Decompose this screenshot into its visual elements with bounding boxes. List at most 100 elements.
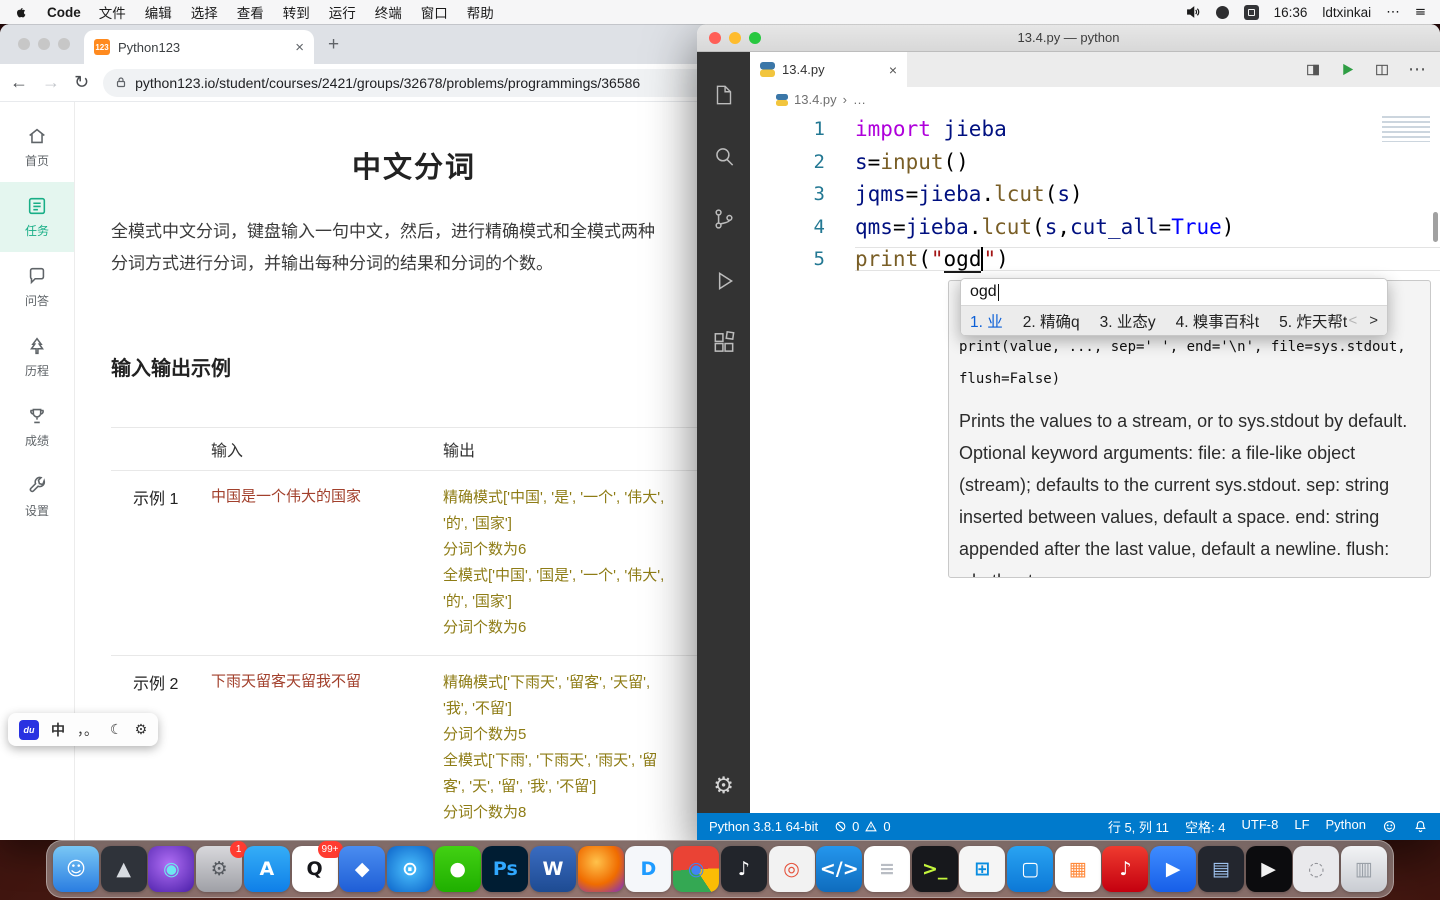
dock-qq[interactable]: Q 99+ bbox=[291, 841, 343, 892]
minimap[interactable] bbox=[1382, 116, 1430, 142]
code-line[interactable]: 4 qms=jieba.lcut(s,cut_all=True) bbox=[750, 211, 1440, 244]
statusbar-item[interactable]: 行 5, 列 11 bbox=[1108, 817, 1169, 836]
back-button[interactable]: ← bbox=[10, 72, 28, 93]
menu-item[interactable]: 窗口 bbox=[421, 2, 448, 22]
new-tab-button[interactable]: + bbox=[328, 34, 339, 56]
source-control-icon[interactable] bbox=[697, 188, 750, 250]
menu-item[interactable]: 转到 bbox=[283, 2, 310, 22]
notifications-bell-icon[interactable] bbox=[1413, 819, 1428, 834]
more-icon[interactable]: ⋯ bbox=[1386, 4, 1400, 20]
menubar-clock[interactable]: 16:36 bbox=[1274, 5, 1308, 20]
python-interpreter-button[interactable]: Python 3.8.1 64-bit bbox=[709, 819, 818, 834]
browser-tab-python123[interactable]: 123 Python123 × bbox=[84, 30, 314, 64]
code-line[interactable]: 3 jqms=jieba.lcut(s) bbox=[750, 178, 1440, 211]
dock-word[interactable]: W bbox=[530, 846, 577, 892]
breadcrumb-file[interactable]: 13.4.py bbox=[794, 92, 837, 107]
vscode-zoom-button[interactable] bbox=[749, 32, 761, 44]
dock-photoshop[interactable]: Ps bbox=[482, 846, 529, 892]
scrollbar-thumb[interactable] bbox=[1433, 212, 1438, 242]
ime-punctuation-toggle[interactable]: ，。 bbox=[77, 720, 98, 740]
refresh-button[interactable]: ↻ bbox=[74, 72, 89, 93]
problems-button[interactable]: 0 0 bbox=[834, 819, 891, 834]
run-debug-icon[interactable] bbox=[697, 250, 750, 312]
vscode-minimize-button[interactable] bbox=[729, 32, 741, 44]
input-source-icon[interactable] bbox=[1243, 4, 1259, 20]
dock-chrome[interactable]: ◉ bbox=[673, 846, 720, 892]
toggle-layout-icon[interactable] bbox=[1305, 62, 1321, 78]
dock-trash[interactable]: ▥ bbox=[1340, 846, 1387, 892]
dock-firefox[interactable] bbox=[577, 846, 624, 892]
breadcrumb-more[interactable]: … bbox=[853, 92, 866, 107]
tab-close-icon[interactable]: × bbox=[889, 62, 897, 78]
dock-parallels-windows[interactable]: ⊞ bbox=[959, 846, 1006, 892]
sidebar-item-tasks[interactable]: 任务 bbox=[0, 182, 74, 252]
dock-app-store[interactable]: A bbox=[243, 846, 290, 892]
dock-safari[interactable]: ⊙ bbox=[386, 846, 433, 892]
ime-theme-icon[interactable]: ☾ bbox=[110, 722, 123, 738]
dock-dingtalk[interactable]: D bbox=[625, 846, 672, 892]
input-method-bar[interactable]: du 中 ，。 ☾ ⚙ bbox=[8, 713, 159, 746]
dock-netease-music[interactable]: ♪ bbox=[1102, 846, 1149, 892]
code-line[interactable]: 1 import jieba bbox=[750, 113, 1440, 146]
ime-logo-icon[interactable]: du bbox=[19, 719, 39, 740]
settings-gear-icon[interactable]: ⚙ bbox=[713, 773, 734, 799]
dock-system-preferences[interactable]: ⚙ 1 bbox=[196, 841, 248, 892]
menu-item[interactable]: 终端 bbox=[375, 2, 402, 22]
menu-item[interactable]: 帮助 bbox=[467, 2, 494, 22]
browser-zoom-button[interactable] bbox=[58, 38, 70, 50]
split-editor-icon[interactable] bbox=[1374, 62, 1390, 78]
sidebar-item-settings[interactable]: 设置 bbox=[0, 462, 74, 532]
notification-center-icon[interactable]: ≡ bbox=[1415, 4, 1426, 20]
menu-item[interactable]: 选择 bbox=[191, 2, 218, 22]
tab-close-icon[interactable]: × bbox=[295, 39, 304, 56]
dock-notes-app[interactable]: ≡ bbox=[863, 846, 910, 892]
status-circle-icon[interactable] bbox=[1215, 5, 1229, 19]
address-bar[interactable]: python123.io/student/courses/2421/groups… bbox=[103, 68, 750, 97]
ime-candidate[interactable]: 2. 精确q bbox=[1023, 310, 1080, 332]
ime-settings-icon[interactable]: ⚙ bbox=[135, 722, 148, 738]
statusbar-item[interactable]: UTF-8 bbox=[1242, 817, 1279, 836]
menu-item[interactable]: 运行 bbox=[329, 2, 356, 22]
feedback-smiley-icon[interactable] bbox=[1382, 819, 1397, 834]
dock-misc-app[interactable]: ◌ bbox=[1293, 846, 1340, 892]
dock-remote-desktop[interactable]: ▢ bbox=[1007, 846, 1054, 892]
previous-page-icon[interactable]: < bbox=[1348, 312, 1357, 329]
statusbar-item[interactable]: 空格: 4 bbox=[1185, 817, 1225, 836]
volume-icon[interactable] bbox=[1185, 4, 1201, 20]
dock-terminal-app[interactable]: >_ bbox=[911, 846, 958, 892]
dock-keynote-app[interactable]: ▤ bbox=[1197, 846, 1244, 892]
extensions-icon[interactable] bbox=[697, 312, 750, 374]
menu-item[interactable]: 编辑 bbox=[145, 2, 172, 22]
code-line[interactable]: 5 print("ogd") bbox=[750, 243, 1440, 276]
breadcrumb[interactable]: 13.4.py › … bbox=[750, 87, 1440, 112]
search-icon[interactable] bbox=[697, 126, 750, 188]
ime-candidate[interactable]: 1. 业 bbox=[970, 310, 1003, 332]
code-line[interactable]: 2 s=input() bbox=[750, 146, 1440, 179]
dock-design-tool[interactable]: ◆ bbox=[339, 846, 386, 892]
editor-tab-13-4-py[interactable]: 13.4.py × bbox=[750, 52, 907, 87]
dock-finder[interactable]: ☺ bbox=[53, 846, 99, 892]
forward-button[interactable]: → bbox=[42, 72, 60, 93]
run-button[interactable] bbox=[1339, 61, 1356, 78]
dock-music-app[interactable]: ♪ bbox=[720, 846, 767, 892]
ime-mode-toggle[interactable]: 中 bbox=[51, 720, 65, 740]
dock-vscode[interactable]: </> bbox=[816, 846, 863, 892]
dock-meeting-app[interactable]: ▶ bbox=[1150, 846, 1197, 892]
dock-wechat[interactable]: ● bbox=[434, 846, 481, 892]
statusbar-item[interactable]: LF bbox=[1294, 817, 1309, 836]
explorer-icon[interactable] bbox=[697, 64, 750, 126]
sidebar-item-grades[interactable]: 成绩 bbox=[0, 392, 74, 462]
dock-photos-app[interactable]: ◎ bbox=[768, 846, 815, 892]
sidebar-item-home[interactable]: 首页 bbox=[0, 112, 74, 182]
active-app-name[interactable]: Code bbox=[47, 5, 81, 20]
more-actions-icon[interactable]: ⋯ bbox=[1408, 59, 1426, 80]
statusbar-item[interactable]: Python bbox=[1326, 817, 1366, 836]
ime-candidate[interactable]: 5. 炸天帮t bbox=[1279, 310, 1347, 332]
dock-siri[interactable]: ◉ bbox=[148, 846, 195, 892]
ime-candidate[interactable]: 4. 糗事百科t bbox=[1176, 310, 1260, 332]
dock-launchpad[interactable]: ▲ bbox=[100, 846, 147, 892]
dock-app-folder[interactable]: ▦ bbox=[1054, 846, 1101, 892]
sidebar-item-qa[interactable]: 问答 bbox=[0, 252, 74, 322]
menu-item[interactable]: 查看 bbox=[237, 2, 264, 22]
next-page-icon[interactable]: > bbox=[1369, 312, 1378, 329]
